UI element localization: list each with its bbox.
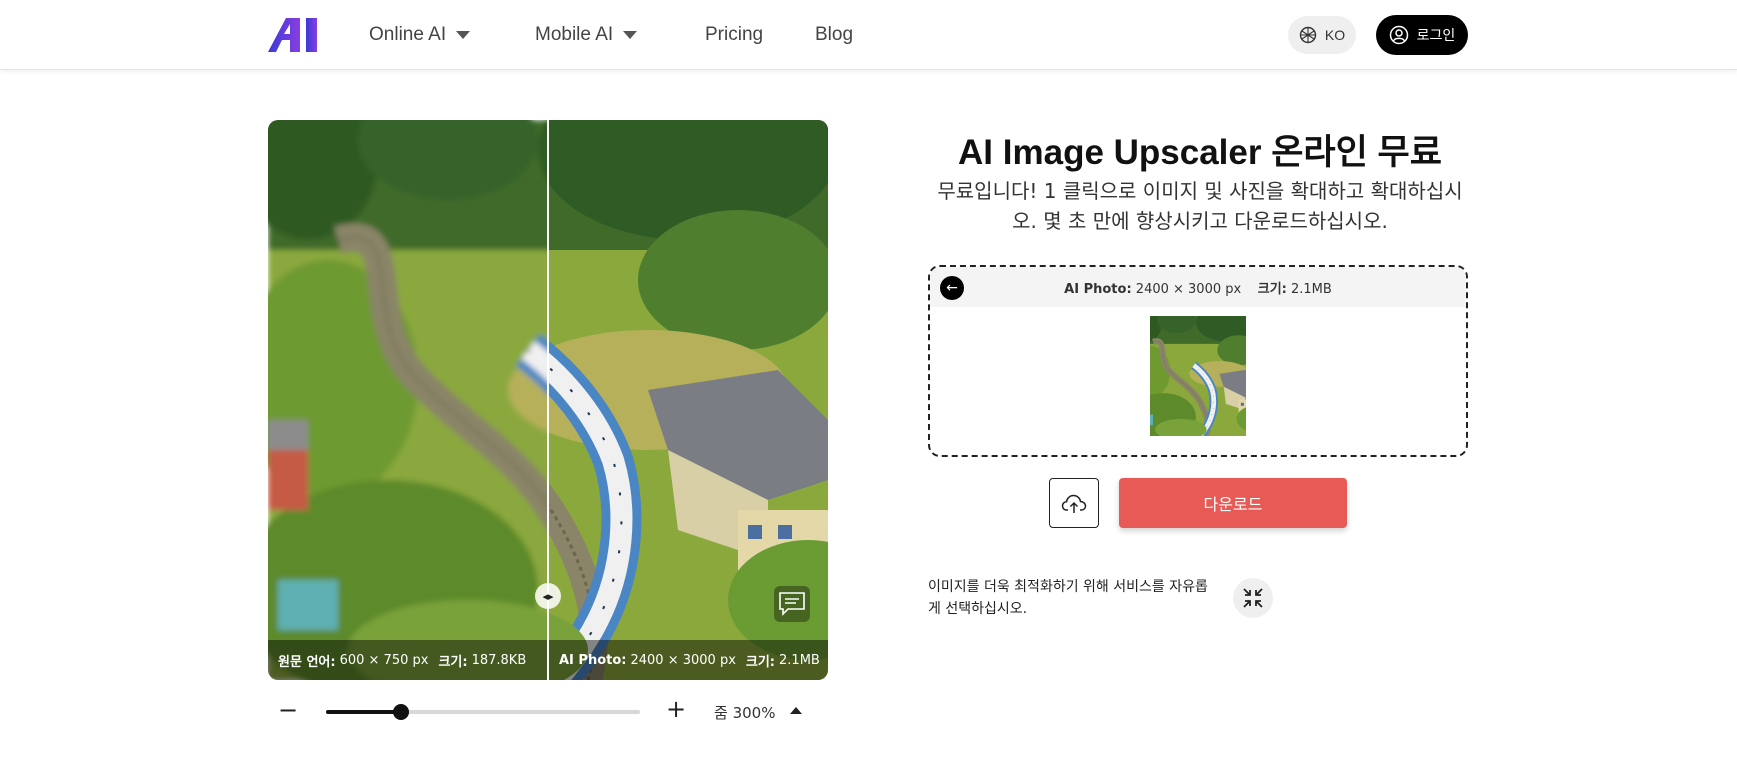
zoom-slider[interactable]: [326, 704, 640, 720]
original-caption-label: 원문 언어:: [278, 654, 336, 670]
logo-icon[interactable]: [268, 18, 320, 52]
original-caption-size-label: 크기:: [438, 654, 468, 670]
login-button[interactable]: 로그인: [1376, 15, 1468, 55]
original-caption: 원문 언어: 600 × 750 px 크기: 187.8KB: [268, 640, 547, 680]
top-nav: Online AI Mobile AI Pricing Blog KO 로그인: [0, 0, 1737, 70]
before-after-compare[interactable]: ◂▸ 원문 언어: 600 × 750 px 크기: 187.8KB AI Ph…: [268, 120, 828, 680]
nav-pricing-label: Pricing: [705, 24, 764, 45]
result-label: AI Photo:: [1064, 282, 1132, 297]
nav-blog-label: Blog: [815, 24, 854, 45]
compare-slider-handle[interactable]: ◂▸: [535, 583, 561, 609]
zoom-slider-knob[interactable]: [393, 704, 410, 720]
chevron-up-icon[interactable]: [790, 707, 802, 714]
original-caption-size: 187.8KB: [471, 652, 527, 668]
nav-mobile-ai[interactable]: Mobile AI: [535, 24, 638, 46]
download-button[interactable]: 다운로드: [1119, 478, 1347, 528]
language-button[interactable]: KO: [1288, 16, 1356, 54]
nav-blog[interactable]: Blog: [815, 24, 853, 46]
result-dropzone[interactable]: ← AI Photo: 2400 × 3000 px 크기: 2.1MB: [928, 265, 1468, 457]
zoom-slider-fill: [326, 710, 402, 714]
chevron-down-icon: [623, 31, 638, 39]
nav-pricing[interactable]: Pricing: [705, 24, 763, 46]
result-thumbnail: [1150, 316, 1246, 436]
nav-online-ai-label: Online AI: [369, 24, 447, 45]
ai-caption-size-label: 크기:: [745, 654, 776, 670]
zoom-level-label: 줌 300%: [714, 704, 776, 722]
nav-mobile-ai-label: Mobile AI: [535, 24, 614, 45]
result-header: ← AI Photo: 2400 × 3000 px 크기: 2.1MB: [930, 267, 1466, 307]
feedback-chat-icon[interactable]: [774, 586, 810, 622]
login-label: 로그인: [1416, 28, 1456, 44]
result-dims: 2400 × 3000 px: [1135, 282, 1242, 297]
collapse-icon[interactable]: [1233, 578, 1273, 618]
ai-caption-size: 2.1MB: [779, 652, 820, 668]
result-size: 2.1MB: [1291, 282, 1332, 297]
original-caption-dims: 600 × 750 px: [339, 652, 429, 668]
upload-button[interactable]: [1049, 478, 1099, 528]
ai-caption-dims: 2400 × 3000 px: [630, 652, 736, 668]
globe-icon: [1299, 26, 1317, 44]
zoom-out-button[interactable]: −: [278, 698, 298, 722]
result-info: AI Photo: 2400 × 3000 px 크기: 2.1MB: [930, 278, 1466, 297]
result-size-label: 크기:: [1257, 282, 1287, 297]
ai-caption-label: AI Photo:: [559, 652, 627, 668]
optimize-hint-text: 이미지를 더욱 최적화하기 위해 서비스를 자유롭게 선택하십시오.: [928, 579, 1208, 617]
cloud-upload-icon: [1061, 494, 1087, 513]
nav-online-ai[interactable]: Online AI: [369, 24, 471, 46]
user-icon: [1389, 25, 1408, 45]
chevron-down-icon: [456, 31, 471, 39]
page-subtitle: 무료입니다! 1 클릭으로 이미지 및 사진을 확대하고 확대하십시오. 몇 초…: [937, 179, 1463, 233]
ai-caption: AI Photo: 2400 × 3000 px 크기: 2.1MB: [549, 640, 828, 680]
language-label: KO: [1324, 27, 1346, 43]
zoom-in-button[interactable]: +: [666, 697, 686, 721]
page-title: AI Image Upscaler 온라인 무료: [958, 133, 1442, 172]
